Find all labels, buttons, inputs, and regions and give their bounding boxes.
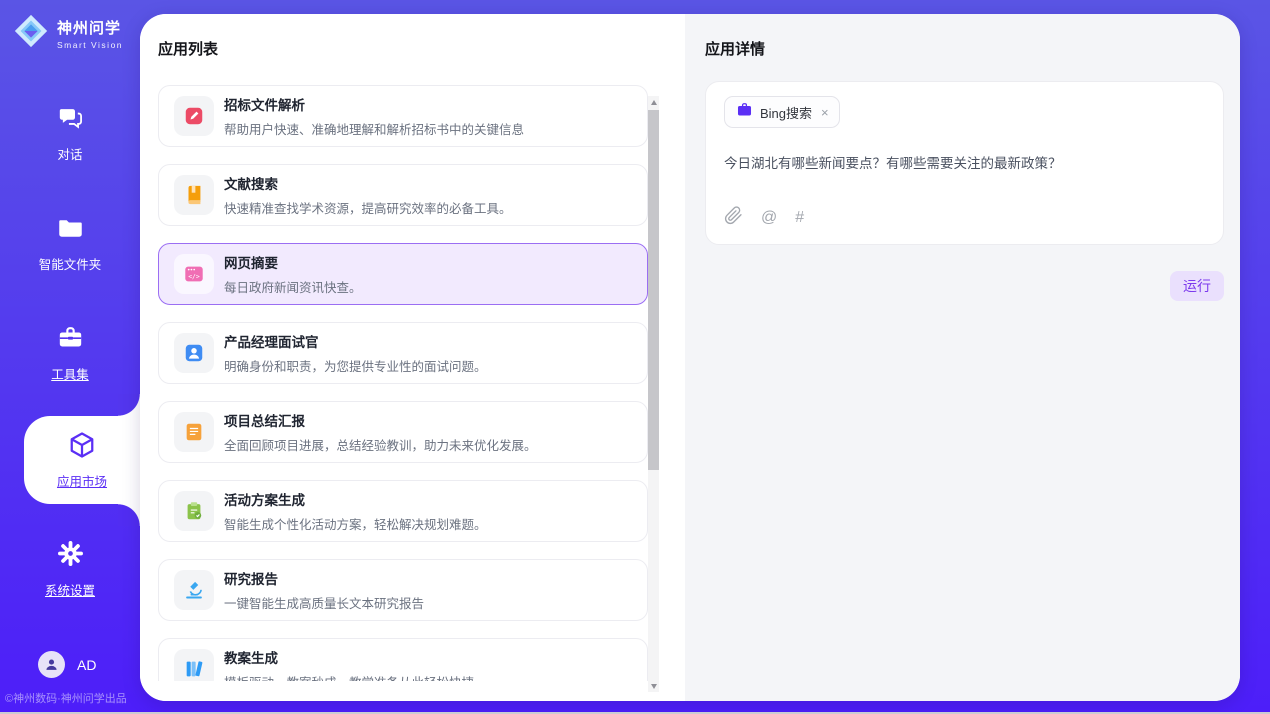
- input-toolbar: @ #: [724, 206, 1205, 230]
- sidebar-item-label: 应用市场: [57, 471, 107, 490]
- brand-logo: 神州问学 Smart Vision: [12, 12, 123, 55]
- app-card[interactable]: 教案生成 模板驱动，教案秒成，教学准备从此轻松快捷: [158, 638, 648, 681]
- tool-tag-bing-search[interactable]: Bing搜索 ×: [724, 96, 840, 128]
- toolbox-icon: [57, 324, 84, 356]
- prompt-card: Bing搜索 × 今日湖北有哪些新闻要点？有哪些需要关注的最新政策？ @ #: [705, 81, 1224, 245]
- main-panel: 应用列表 招标文件解析 帮助用户快速、准确地理解和解析招标书中的关键信息 文献搜…: [140, 14, 1240, 701]
- brand-name: 神州问学: [57, 17, 123, 38]
- sidebar: 神州问学 Smart Vision 对话 智能文件夹 工具集 应用市场 系统设置: [0, 0, 140, 714]
- research-report-icon: [174, 570, 214, 610]
- brand-subtitle: Smart Vision: [57, 40, 123, 50]
- tool-tag-label: Bing搜索: [760, 103, 812, 122]
- app-list-pane: 应用列表 招标文件解析 帮助用户快速、准确地理解和解析招标书中的关键信息 文献搜…: [140, 14, 685, 701]
- app-card-description: 智能生成个性化活动方案，轻松解决规划难题。: [224, 514, 487, 533]
- project-summary-icon: [174, 412, 214, 452]
- triangle-down-icon: [651, 684, 657, 689]
- user-name: AD: [77, 657, 96, 673]
- scrollbar-thumb[interactable]: [648, 110, 659, 470]
- app-card[interactable]: 研究报告 一键智能生成高质量长文本研究报告: [158, 559, 648, 621]
- user-avatar-icon: [38, 651, 65, 678]
- sidebar-item-label: 工具集: [51, 364, 89, 383]
- paperclip-icon[interactable]: [724, 206, 743, 230]
- app-card-title: 招标文件解析: [224, 94, 524, 114]
- briefcase-icon: [736, 101, 753, 123]
- list-scrollbar[interactable]: [648, 96, 659, 692]
- app-card-description: 明确身份和职责，为您提供专业性的面试问题。: [224, 356, 487, 375]
- sidebar-item-smart-folder[interactable]: 智能文件夹: [0, 214, 140, 273]
- app-card-title: 文献搜索: [224, 173, 512, 193]
- sidebar-item-chat[interactable]: 对话: [0, 104, 140, 163]
- scroll-down-button[interactable]: [648, 680, 659, 692]
- app-card-title: 项目总结汇报: [224, 410, 537, 430]
- app-detail-pane: 应用详情 Bing搜索 × 今日湖北有哪些新闻要点？有哪些需要关注的最新政策？ …: [685, 14, 1240, 701]
- bid-document-icon: [174, 96, 214, 136]
- app-card-description: 全面回顾项目进展，总结经验教训，助力未来优化发展。: [224, 435, 537, 454]
- tag-close-icon[interactable]: ×: [821, 105, 829, 120]
- app-card[interactable]: 文献搜索 快速精准查找学术资源，提高研究效率的必备工具。: [158, 164, 648, 226]
- sidebar-item-app-market[interactable]: 应用市场: [24, 416, 140, 504]
- run-button[interactable]: 运行: [1170, 271, 1224, 301]
- app-card-description: 每日政府新闻资讯快查。: [224, 277, 362, 296]
- app-card-description: 帮助用户快速、准确地理解和解析招标书中的关键信息: [224, 119, 524, 138]
- webpage-summary-icon: </>: [174, 254, 214, 294]
- diamond-logo-icon: [12, 12, 50, 55]
- folder-icon: [57, 214, 84, 246]
- app-card[interactable]: 活动方案生成 智能生成个性化活动方案，轻松解决规划难题。: [158, 480, 648, 542]
- sidebar-item-label: 对话: [57, 144, 82, 163]
- prompt-input[interactable]: 今日湖北有哪些新闻要点？有哪些需要关注的最新政策？: [724, 152, 1205, 206]
- app-card-title: 活动方案生成: [224, 489, 487, 509]
- sidebar-item-toolset[interactable]: 工具集: [0, 324, 140, 383]
- app-card[interactable]: 项目总结汇报 全面回顾项目进展，总结经验教训，助力未来优化发展。: [158, 401, 648, 463]
- app-detail-title: 应用详情: [705, 38, 1224, 59]
- lesson-plan-icon: [174, 649, 214, 681]
- app-card-list: 招标文件解析 帮助用户快速、准确地理解和解析招标书中的关键信息 文献搜索 快速精…: [158, 85, 648, 681]
- app-card-title: 网页摘要: [224, 252, 362, 272]
- cube-icon: [67, 430, 97, 465]
- app-card-description: 模板驱动，教案秒成，教学准备从此轻松快捷: [224, 672, 474, 681]
- triangle-up-icon: [651, 100, 657, 105]
- scroll-up-button[interactable]: [648, 96, 659, 108]
- literature-search-icon: [174, 175, 214, 215]
- sidebar-item-settings[interactable]: 系统设置: [0, 540, 140, 599]
- app-card[interactable]: 招标文件解析 帮助用户快速、准确地理解和解析招标书中的关键信息: [158, 85, 648, 147]
- activity-plan-icon: [174, 491, 214, 531]
- user-account[interactable]: AD: [38, 651, 96, 678]
- svg-text:</>: </>: [188, 272, 200, 280]
- sidebar-item-label: 智能文件夹: [39, 254, 102, 273]
- hash-icon[interactable]: #: [795, 210, 804, 226]
- gear-icon: [57, 540, 84, 572]
- copyright-footer: ©神州数码·神州问学出品: [5, 690, 127, 706]
- app-list-title: 应用列表: [158, 38, 685, 59]
- app-card[interactable]: </> 网页摘要 每日政府新闻资讯快查。: [158, 243, 648, 305]
- chat-icon: [57, 104, 84, 136]
- app-card-title: 教案生成: [224, 647, 474, 667]
- app-card-title: 研究报告: [224, 568, 424, 588]
- sidebar-item-label: 系统设置: [45, 580, 95, 599]
- app-card[interactable]: 产品经理面试官 明确身份和职责，为您提供专业性的面试问题。: [158, 322, 648, 384]
- app-card-title: 产品经理面试官: [224, 331, 487, 351]
- at-icon[interactable]: @: [761, 210, 777, 226]
- app-card-description: 一键智能生成高质量长文本研究报告: [224, 593, 424, 612]
- app-window: 神州问学 Smart Vision 对话 智能文件夹 工具集 应用市场 系统设置: [0, 0, 1270, 714]
- pm-interviewer-icon: [174, 333, 214, 373]
- app-card-description: 快速精准查找学术资源，提高研究效率的必备工具。: [224, 198, 512, 217]
